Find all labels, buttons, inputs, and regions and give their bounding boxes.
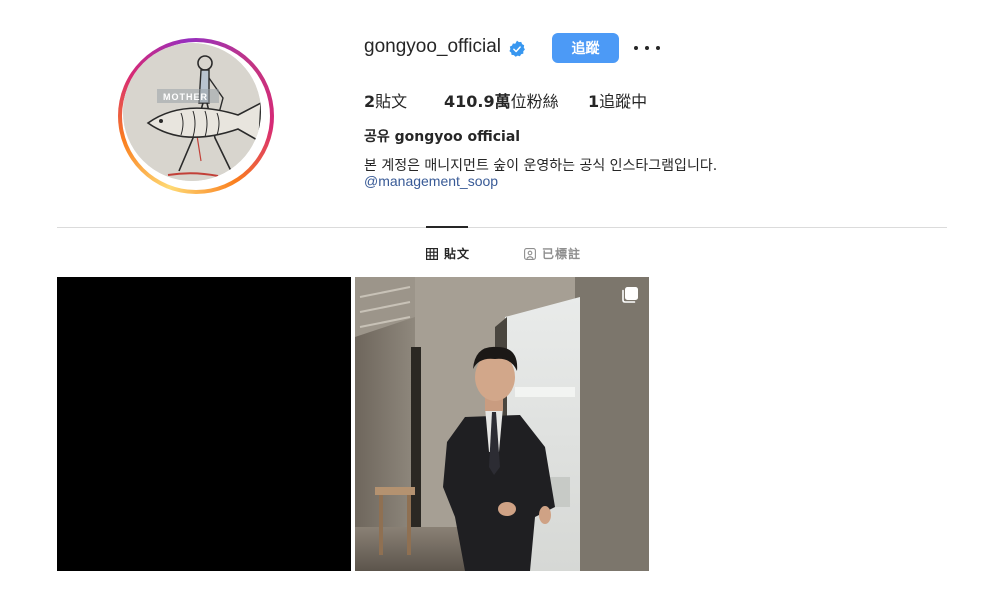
stat-posts: 2貼文 [364,88,407,112]
profile-bio: 본 계정은 매니지먼트 숲이 운영하는 공식 인스타그램입니다. [364,158,718,174]
profile-page: MOTHER gongyoo_official 追蹤 2貼文 410.9萬位粉絲… [0,0,1000,596]
tab-tagged-label: 已標註 [542,247,582,261]
stat-following[interactable]: 1追蹤中 [588,88,647,112]
person-tag-icon [524,247,536,260]
avatar-illustration [123,43,261,181]
ellipsis-icon[interactable] [634,38,660,58]
stat-followers[interactable]: 410.9萬位粉絲 [444,88,559,112]
profile-full-name: 공유 gongyoo official [364,129,521,145]
following-count: 1 [588,92,600,111]
avatar-brand-text: MOTHER [163,92,208,102]
followers-count: 410.9萬 [444,92,511,111]
tab-tagged[interactable]: 已標註 [524,245,581,262]
story-ring[interactable]: MOTHER [118,38,274,194]
avatar[interactable]: MOTHER [123,43,261,181]
post-thumbnail-2[interactable] [355,277,649,571]
grid-icon [426,247,438,260]
verified-badge-icon [509,40,525,57]
tabs-divider [57,227,947,228]
followers-label: 位粉絲 [510,92,559,111]
bio-mention-link[interactable]: @management_soop [364,173,498,189]
following-label: 追蹤中 [599,92,648,111]
follow-button[interactable]: 追蹤 [552,33,619,63]
post-thumbnail-1[interactable] [57,277,351,571]
posts-count: 2 [364,92,376,111]
post-photo [355,277,649,571]
carousel-icon [622,287,638,303]
active-tab-indicator [426,226,468,228]
profile-username: gongyoo_official [364,36,501,57]
tab-posts[interactable]: 貼文 [426,245,470,262]
posts-label: 貼文 [375,92,408,111]
tab-posts-label: 貼文 [444,247,471,261]
